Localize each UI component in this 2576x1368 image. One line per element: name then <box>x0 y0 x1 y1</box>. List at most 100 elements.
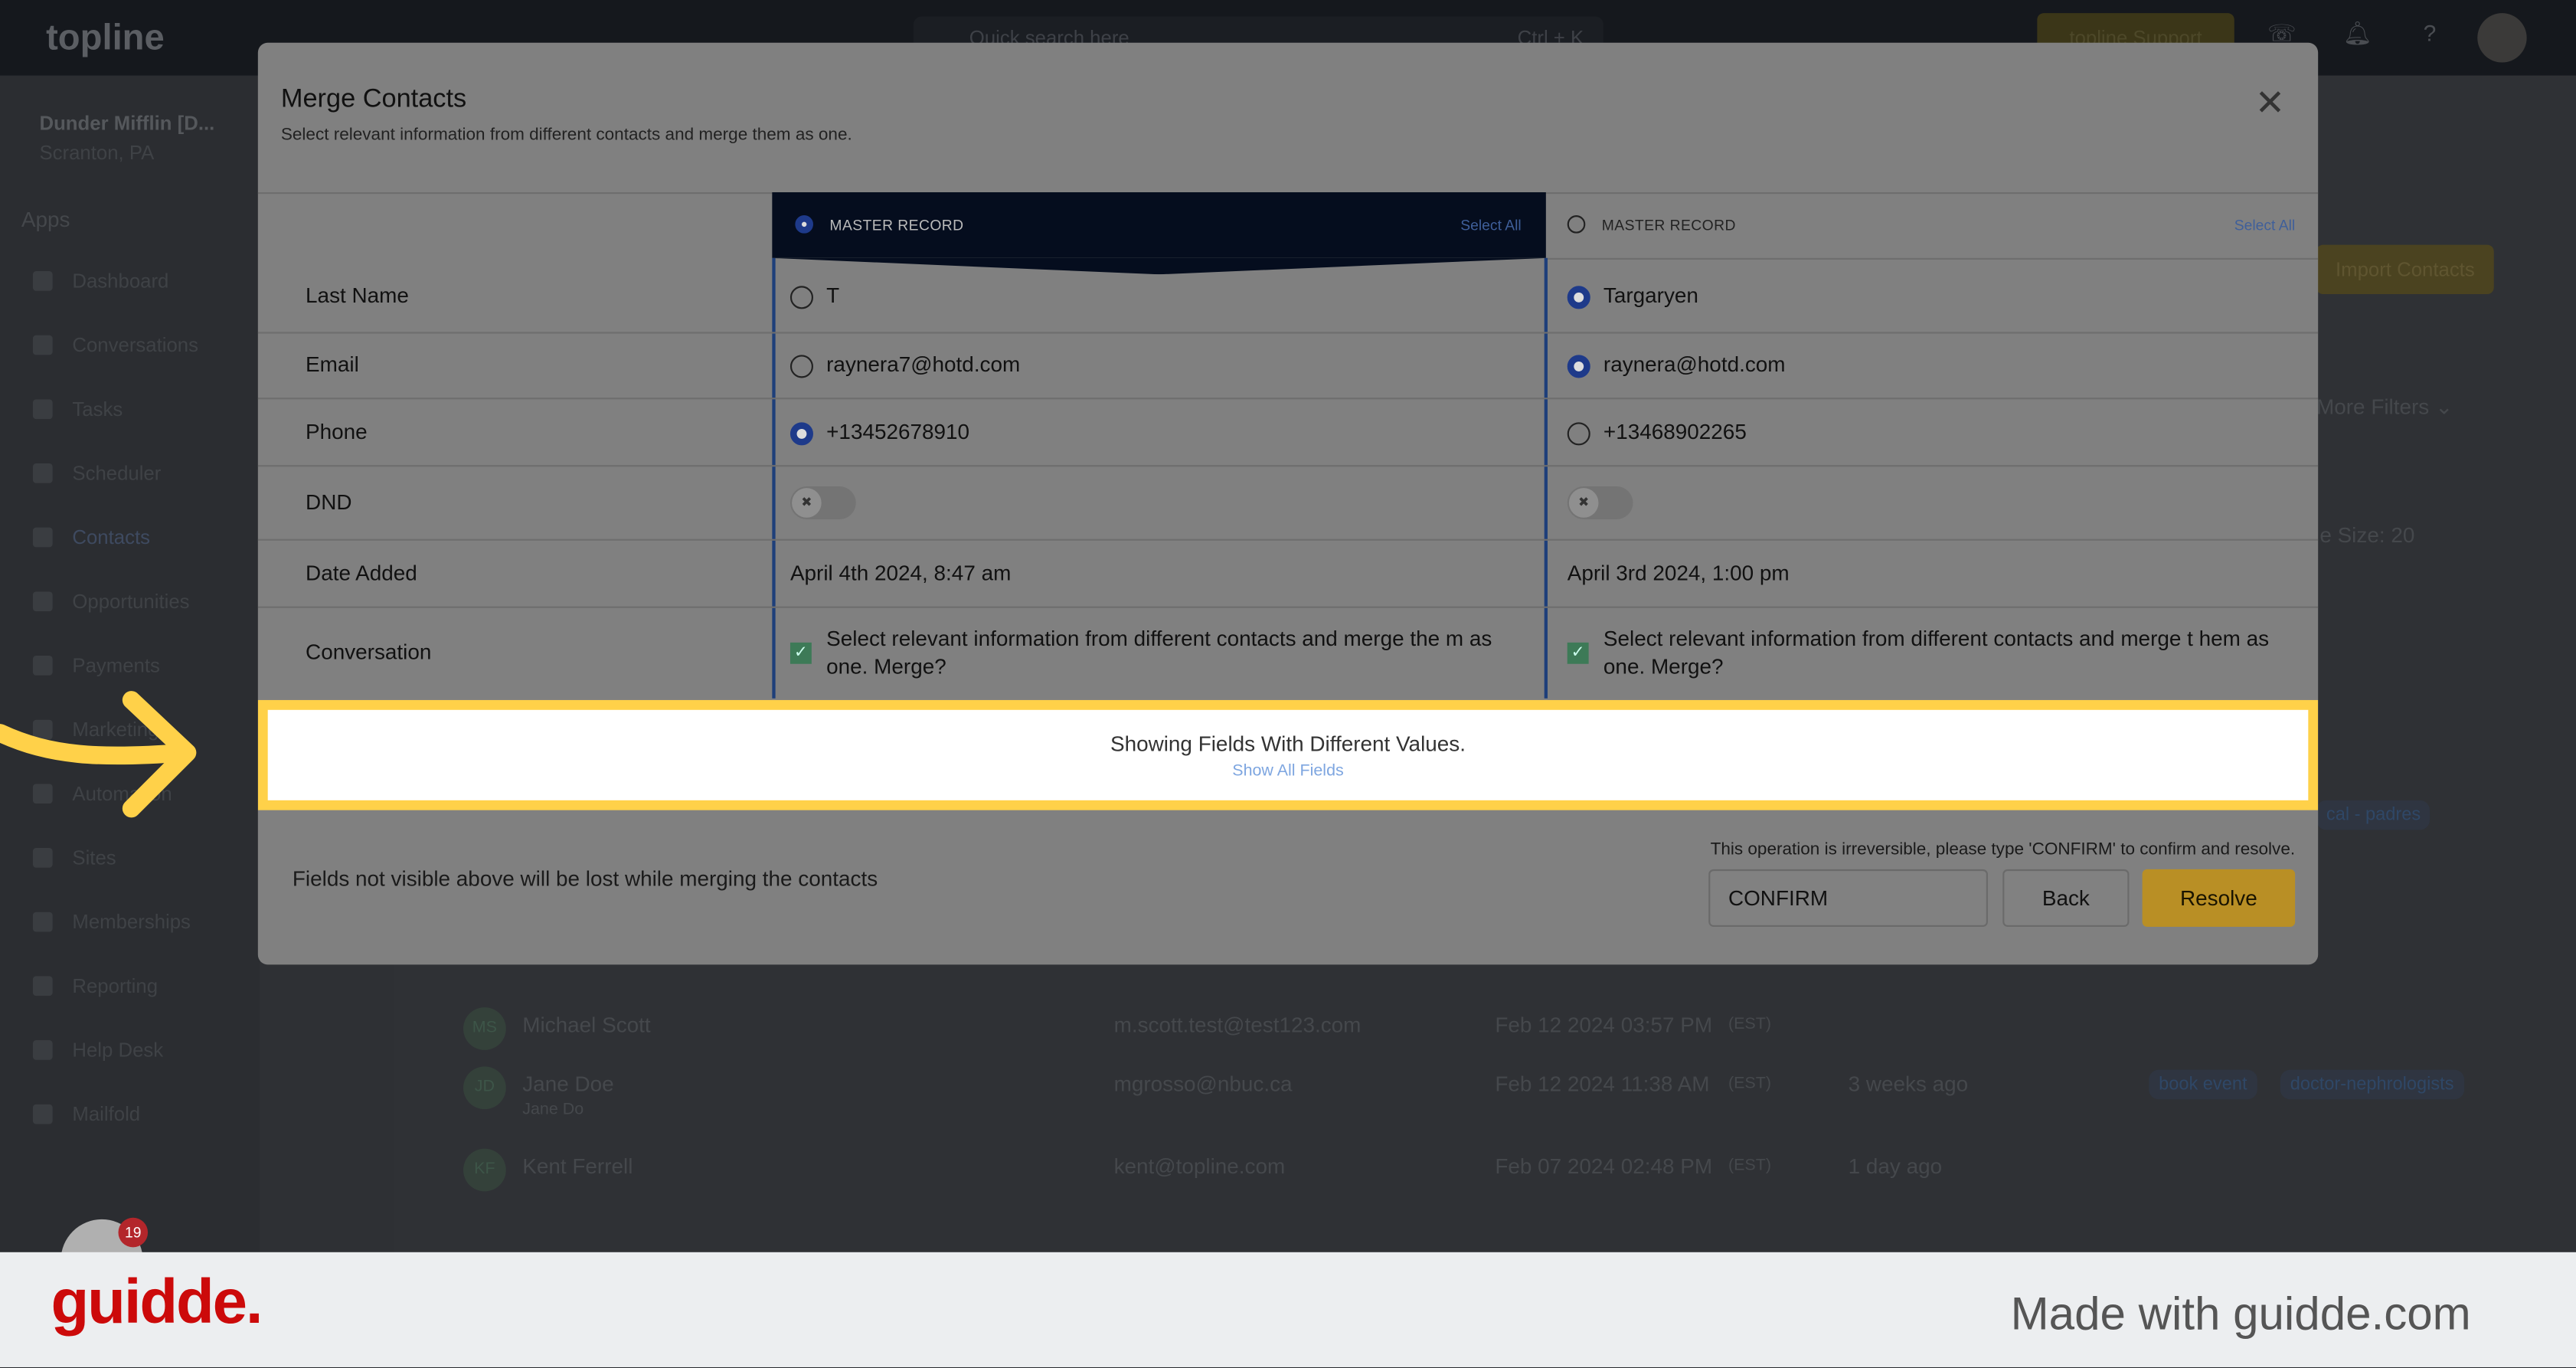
field-radio[interactable] <box>1567 355 1590 378</box>
tag-chip: cal - padres <box>2316 800 2431 830</box>
field-radio[interactable] <box>789 421 813 445</box>
sidebar-item-tasks[interactable]: Tasks <box>32 398 123 421</box>
contact-tz: (EST) <box>1728 1015 1771 1034</box>
show-all-fields-link[interactable]: Show All Fields <box>268 762 2309 781</box>
field-value: April 4th 2024, 8:47 am <box>789 559 1012 584</box>
app-logo: topline <box>46 16 165 58</box>
conversation-value: Select relevant information from differe… <box>1603 626 2270 679</box>
sidebar-item-reporting[interactable]: Reporting <box>32 974 158 997</box>
field-radio[interactable] <box>789 355 813 378</box>
contact-email: m.scott.test@test123.com <box>1113 1012 1362 1037</box>
conversation-checkbox[interactable]: ✓ <box>1567 642 1589 664</box>
contact-subname: Jane Do <box>522 1101 584 1120</box>
sidebar-item-label: Memberships <box>72 910 191 934</box>
page-size-select[interactable]: e Size: 20 <box>2319 522 2414 547</box>
nav-icon <box>32 527 53 548</box>
nav-icon <box>32 399 53 420</box>
more-filters-label: More Filters <box>2316 394 2430 420</box>
contact-date: Feb 12 2024 03:57 PM <box>1495 1012 1713 1037</box>
select-all-link-2[interactable]: Select All <box>2234 217 2295 233</box>
sidebar-item-label: Contacts <box>72 525 151 549</box>
sidebar-item-memberships[interactable]: Memberships <box>32 910 191 934</box>
modal-title: Merge Contacts <box>280 85 467 114</box>
contact-avatar: KF <box>463 1148 506 1192</box>
field-label: DND <box>306 489 352 514</box>
conversation-checkbox[interactable]: ✓ <box>789 642 812 664</box>
sidebar-item-payments[interactable]: Payments <box>32 653 160 677</box>
field-value: raynera7@hotd.com <box>826 352 1021 377</box>
nav-icon <box>32 976 53 997</box>
contact-date: Feb 12 2024 11:38 AM <box>1495 1071 1710 1096</box>
contact-email: mgrosso@nbuc.ca <box>1113 1071 1293 1096</box>
diff-notice: Showing Fields With Different Values. <box>1110 731 1466 756</box>
footer: guidde. Made with guidde.com <box>0 1252 2576 1367</box>
contact-email: kent@topline.com <box>1113 1154 1286 1179</box>
field-value: +13452678910 <box>826 418 970 443</box>
sidebar-item-label: Payments <box>72 653 160 677</box>
contact-name[interactable]: Michael Scott <box>522 1013 650 1037</box>
sidebar-item-help-desk[interactable]: Help Desk <box>32 1039 163 1062</box>
nav-icon <box>32 848 53 868</box>
contact-tz: (EST) <box>1728 1075 1771 1093</box>
import-contacts-button[interactable]: Import Contacts <box>2316 244 2494 295</box>
guidde-logo: guidde. <box>51 1268 263 1338</box>
select-all-link-1[interactable]: Select All <box>1460 217 1521 233</box>
account-name[interactable]: Dunder Mifflin [D... <box>39 112 214 135</box>
sidebar-item-dashboard[interactable]: Dashboard <box>32 269 169 293</box>
field-value: April 3rd 2024, 1:00 pm <box>1567 559 1790 584</box>
back-button[interactable]: Back <box>2002 869 2130 928</box>
contact-avatar: JD <box>463 1066 506 1110</box>
contact-name[interactable]: Kent Ferrell <box>522 1154 633 1178</box>
nav-icon <box>32 335 53 355</box>
resolve-button[interactable]: Resolve <box>2142 869 2296 928</box>
sidebar-item-conversations[interactable]: Conversations <box>32 334 198 357</box>
contact-avatar: MS <box>463 1007 506 1050</box>
field-radio[interactable] <box>1567 421 1590 445</box>
master-record-radio-1[interactable] <box>795 215 813 234</box>
sidebar-item-opportunities[interactable]: Opportunities <box>32 590 190 613</box>
dnd-toggle[interactable]: ✖ <box>789 485 856 519</box>
account-location: Scranton, PA <box>39 141 155 165</box>
sidebar-item-label: Scheduler <box>72 461 162 485</box>
more-filters-button[interactable]: More Filters ⌄ <box>2316 394 2453 421</box>
close-icon[interactable]: ✕ <box>2255 82 2286 125</box>
help-icon[interactable]: ? <box>2411 20 2447 56</box>
header-pointer <box>772 257 1546 275</box>
field-label: Date Added <box>306 559 417 584</box>
confirm-input[interactable] <box>1708 869 1988 928</box>
sidebar-item-sites[interactable]: Sites <box>32 846 116 869</box>
field-value: +13468902265 <box>1603 418 1747 443</box>
user-avatar[interactable] <box>2477 13 2527 63</box>
conversation-value: Select relevant information from differe… <box>826 626 1492 679</box>
sidebar-item-scheduler[interactable]: Scheduler <box>32 461 162 485</box>
sidebar-item-label: Dashboard <box>72 269 169 293</box>
notification-badge: 19 <box>118 1217 149 1248</box>
screen: topline Quick search here Ctrl + K toplin… <box>0 0 2576 1367</box>
field-radio[interactable] <box>789 285 813 309</box>
modal-subtitle: Select relevant information from differe… <box>280 125 852 145</box>
tag-chip: doctor-nephrologists <box>2280 1069 2464 1100</box>
bell-icon[interactable]: 🔔︎ <box>2339 20 2375 56</box>
field-label: Phone <box>306 418 368 443</box>
master-record-label: MASTER RECORD <box>1601 217 1736 234</box>
dnd-toggle[interactable]: ✖ <box>1567 485 1633 519</box>
contact-activity: 1 day ago <box>1848 1154 1943 1179</box>
apps-label: Apps <box>21 207 70 232</box>
lost-fields-warning: Fields not visible above will be lost wh… <box>292 866 878 891</box>
sidebar-item-mailfold[interactable]: Mailfold <box>32 1103 140 1126</box>
contact-date: Feb 07 2024 02:48 PM <box>1495 1154 1713 1179</box>
master-record-radio-2[interactable] <box>1567 215 1586 234</box>
nav-icon <box>32 911 53 932</box>
field-value: T <box>826 281 840 307</box>
sidebar-item-contacts[interactable]: Contacts <box>32 525 151 549</box>
irreversible-note: This operation is irreversible, please t… <box>1710 839 2296 860</box>
contact-name[interactable]: Jane Doe <box>522 1072 613 1096</box>
field-radio[interactable] <box>1567 285 1590 309</box>
field-value: raynera@hotd.com <box>1603 352 1786 377</box>
field-value: Targaryen <box>1603 281 1698 307</box>
nav-icon <box>32 463 53 483</box>
contact-tz: (EST) <box>1728 1157 1771 1175</box>
merge-contacts-modal: Merge Contacts Select relevant informati… <box>257 42 2319 965</box>
x-icon: ✖ <box>792 487 822 517</box>
made-with-text: Made with guidde.com <box>2010 1288 2471 1340</box>
